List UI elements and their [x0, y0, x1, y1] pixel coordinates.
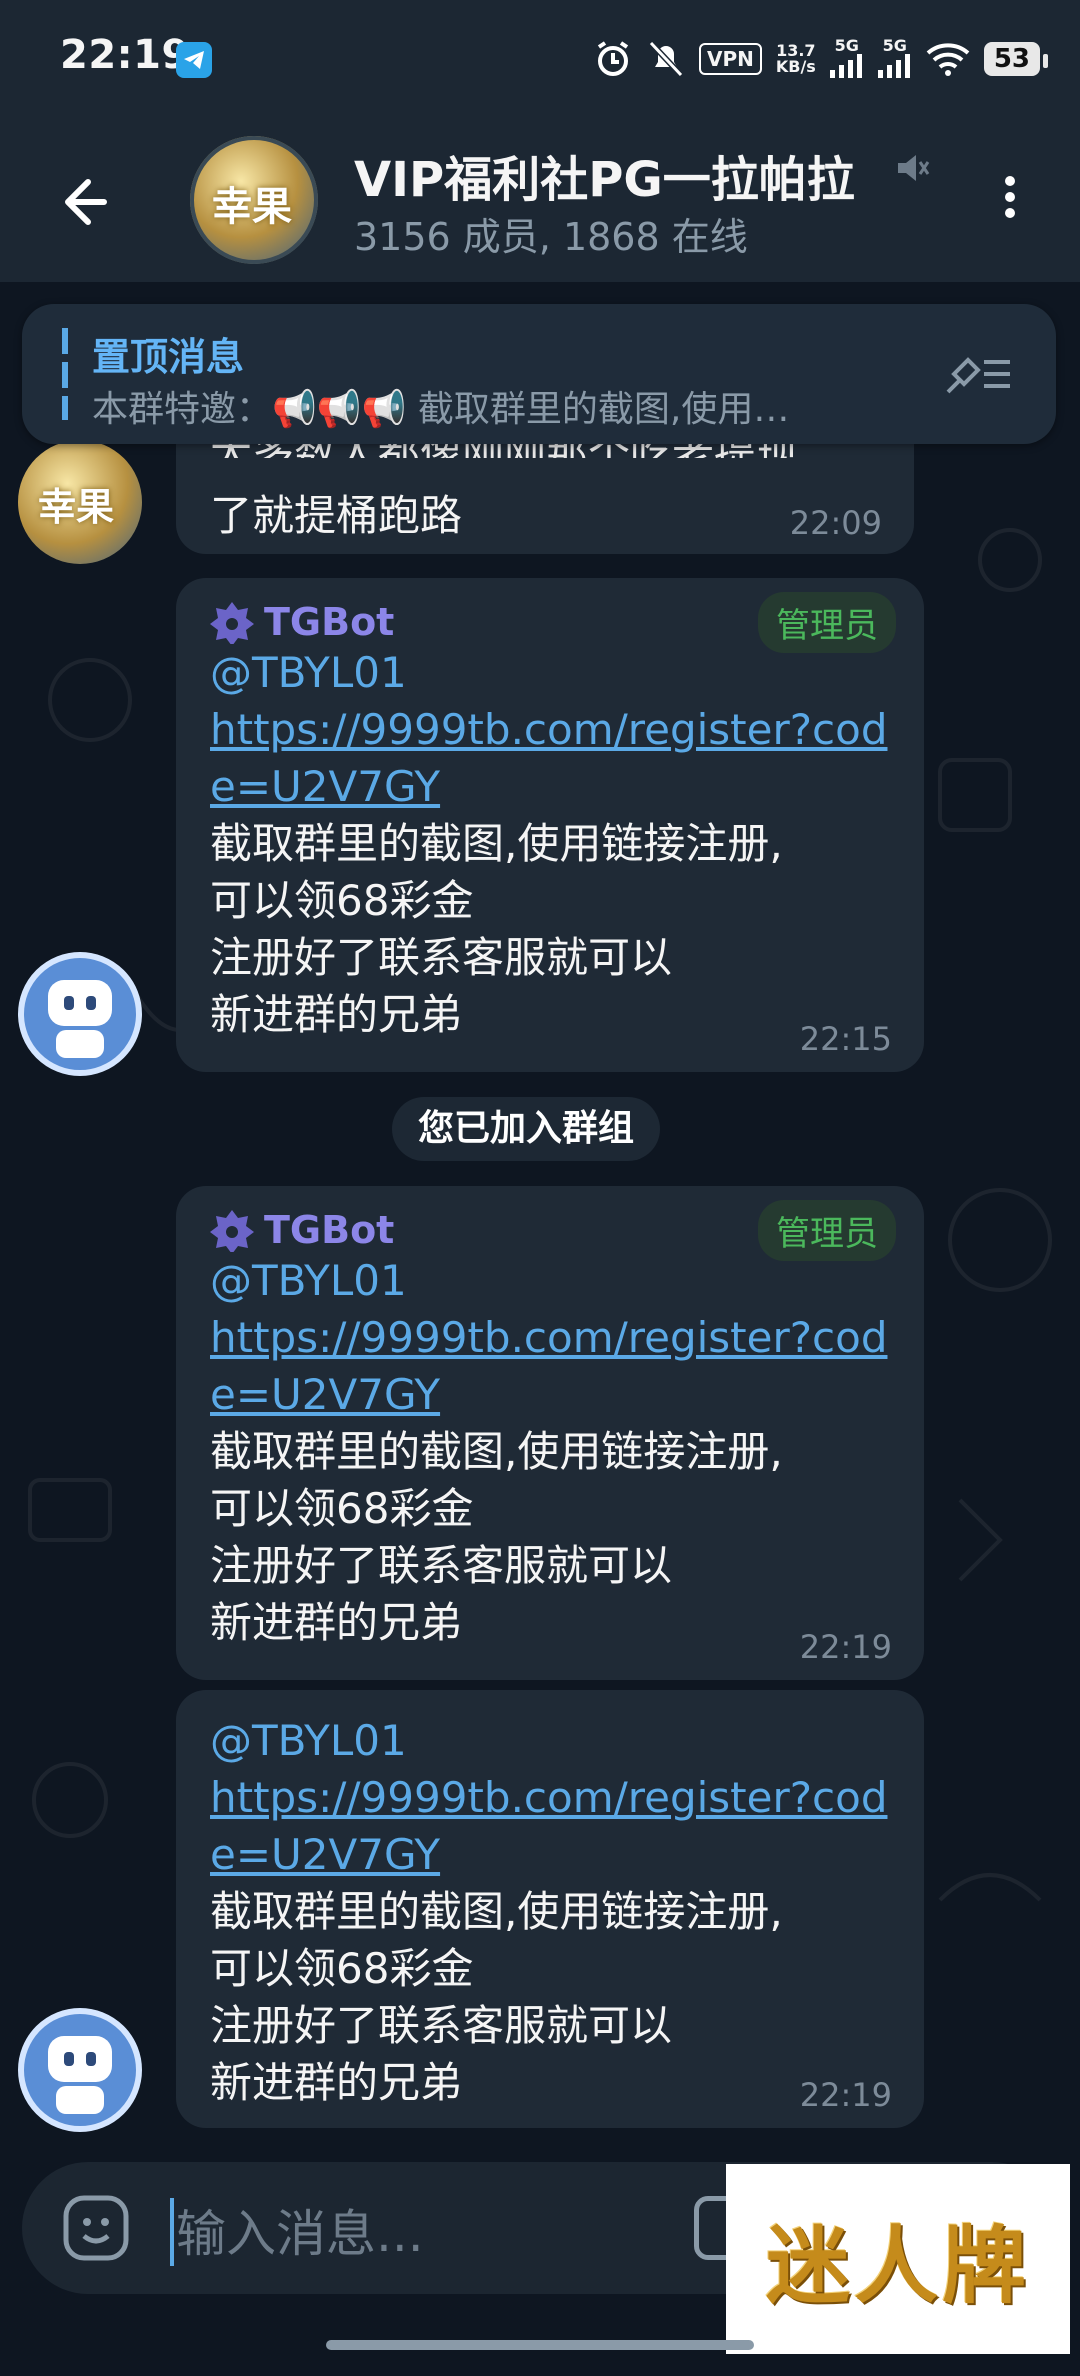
- chat-title[interactable]: VIP福利社PG一拉帕拉: [354, 140, 924, 210]
- register-link[interactable]: https://9999tb.com/register?code=U2V7GY: [210, 701, 890, 815]
- telegram-notification-icon: [176, 42, 212, 78]
- vpn-badge: VPN: [698, 43, 762, 75]
- chat-member-count: 3156 成员, 1868 在线: [354, 215, 748, 259]
- battery-indicator: 53: [983, 42, 1049, 76]
- status-bar: 22:19 VPN 13.7 KB/s 5G 5G 53: [0, 0, 1080, 120]
- message-bubble-partial: 大多数人都像刚刚那个吃老提现 了就提桶跑路 22:09: [176, 429, 914, 554]
- sticker-icon[interactable]: [60, 2192, 132, 2264]
- message-bubble: @TBYL01 https://9999tb.com/register?code…: [176, 1690, 924, 2128]
- back-arrow-icon[interactable]: [52, 172, 112, 232]
- bot-avatar[interactable]: [18, 2008, 142, 2132]
- message-text: 新进群的兄弟: [210, 2058, 463, 2107]
- message-text: 可以领68彩金: [210, 876, 474, 925]
- watermark-logo: 迷人牌: [726, 2164, 1070, 2354]
- bot-badge-icon: [210, 1210, 254, 1252]
- message-time: 22:19: [799, 2076, 892, 2114]
- alarm-icon: [597, 41, 629, 76]
- pinned-message-bar[interactable]: 置顶消息 本群特邀：📢📢📢 截取群里的截图,使用…: [22, 304, 1056, 444]
- app-header: 22:19 VPN 13.7 KB/s 5G 5G 53 幸果 VIP福利社PG一…: [0, 0, 1080, 282]
- home-indicator: [326, 2340, 754, 2350]
- pinned-indicator: [62, 328, 68, 420]
- message-text: 截取群里的截图,使用链接注册,: [210, 1887, 783, 1936]
- message-text: 了就提桶跑路: [210, 491, 463, 540]
- wifi-icon: [926, 43, 970, 76]
- pinned-text: 本群特邀：📢📢📢 截取群里的截图,使用…: [92, 389, 790, 430]
- bot-badge-icon: [210, 602, 254, 644]
- status-time: 22:19: [60, 32, 190, 78]
- text-cursor: [170, 2198, 174, 2266]
- message-input[interactable]: 输入消息...: [176, 2194, 424, 2266]
- message-text: 可以领68彩金: [210, 1944, 474, 1993]
- message-text: 可以领68彩金: [210, 1484, 474, 1533]
- message-text: 注册好了联系客服就可以: [210, 2001, 673, 2050]
- message-time: 22:09: [789, 504, 882, 542]
- group-avatar[interactable]: 幸果: [190, 136, 318, 264]
- mute-bell-icon: [648, 40, 684, 78]
- pinned-title: 置顶消息: [92, 335, 245, 379]
- signal-2: 5G: [877, 37, 912, 81]
- message-time: 22:15: [799, 1020, 892, 1058]
- message-text: 截取群里的截图,使用链接注册,: [210, 819, 783, 868]
- bot-avatar[interactable]: [18, 952, 142, 1076]
- message-bubble: TGBot 管理员 @TBYL01 https://9999tb.com/reg…: [176, 1186, 924, 1680]
- status-icons: VPN 13.7 KB/s 5G 5G 53: [593, 34, 1049, 84]
- message-text: 注册好了联系客服就可以: [210, 1541, 673, 1590]
- signal-1: 5G: [829, 37, 864, 81]
- message-bubble: TGBot 管理员 @TBYL01 https://9999tb.com/reg…: [176, 578, 924, 1072]
- message-text: 新进群的兄弟: [210, 1598, 463, 1647]
- pinned-list-icon[interactable]: [940, 348, 1016, 400]
- message-text: 新进群的兄弟: [210, 990, 463, 1039]
- register-link[interactable]: https://9999tb.com/register?code=U2V7GY: [210, 1309, 890, 1423]
- sender-avatar[interactable]: 幸果: [18, 440, 142, 564]
- admin-badge: 管理员: [758, 592, 896, 653]
- service-message-joined: 您已加入群组: [392, 1097, 661, 1161]
- message-text: 截取群里的截图,使用链接注册,: [210, 1427, 783, 1476]
- message-text: 注册好了联系客服就可以: [210, 933, 673, 982]
- muted-speaker-icon: [898, 155, 930, 181]
- network-speed: 13.7 KB/s: [775, 41, 816, 76]
- message-time: 22:19: [799, 1628, 892, 1666]
- admin-badge: 管理员: [758, 1200, 896, 1261]
- mention-link[interactable]: @TBYL01: [210, 1712, 890, 1769]
- more-menu-icon[interactable]: [990, 170, 1030, 230]
- register-link[interactable]: https://9999tb.com/register?code=U2V7GY: [210, 1769, 890, 1883]
